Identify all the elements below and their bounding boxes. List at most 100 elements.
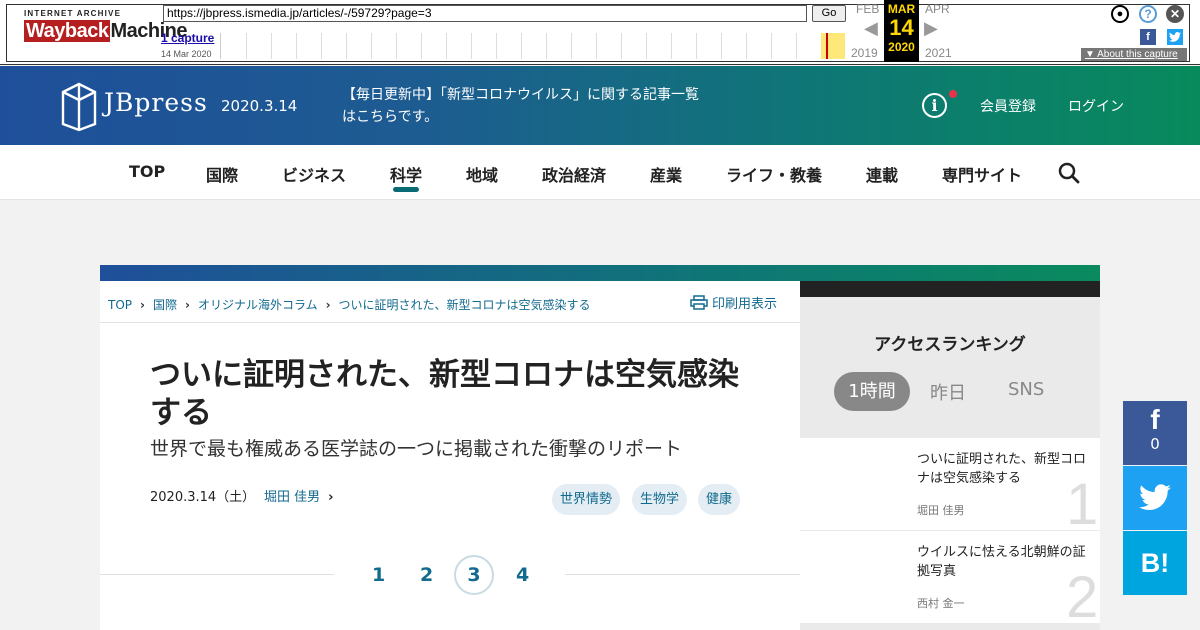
- ranking-item-number: 1: [1066, 472, 1099, 537]
- about-capture-label: About this capture: [1097, 49, 1178, 60]
- page-link-1[interactable]: 1: [372, 564, 385, 586]
- sparkline-tick: [271, 33, 272, 59]
- sparkline-tick: [721, 33, 722, 59]
- about-capture-button[interactable]: ▼ About this capture: [1081, 48, 1187, 61]
- print-view-label: 印刷用表示: [712, 297, 778, 312]
- help-icon[interactable]: ?: [1139, 5, 1157, 23]
- sparkline-tick: [371, 33, 372, 59]
- tag-biology[interactable]: 生物学: [632, 484, 688, 515]
- breadcrumb-current[interactable]: ついに証明された、新型コロナは空気感染する: [339, 298, 591, 312]
- nav-item-science[interactable]: 科学: [390, 162, 422, 186]
- wayback-next-year[interactable]: 2021: [925, 46, 952, 60]
- sparkline-tick: [296, 33, 297, 59]
- ranking-tab-yesterday[interactable]: 昨日: [930, 379, 966, 405]
- article-author-link[interactable]: 堀田 佳男 ›: [264, 486, 334, 505]
- tag-world-affairs[interactable]: 世界情勢: [552, 484, 621, 515]
- breadcrumb: TOP › 国際 › オリジナル海外コラム › ついに証明された、新型コロナは空気感染する: [108, 296, 591, 313]
- register-link[interactable]: 会員登録: [980, 96, 1036, 116]
- wayback-sparkline[interactable]: [220, 33, 845, 59]
- page-link-4[interactable]: 4: [516, 564, 529, 586]
- nav-item-special-sites[interactable]: 専門サイト: [942, 162, 1022, 186]
- info-icon[interactable]: i: [922, 93, 947, 118]
- nav-item-life-culture[interactable]: ライフ・教養: [726, 162, 822, 186]
- breadcrumb-divider: [100, 322, 800, 323]
- article-top-band: [100, 265, 1100, 281]
- search-icon[interactable]: [1058, 162, 1080, 184]
- nav-item-top[interactable]: TOP: [129, 162, 165, 181]
- pagination-divider-right: [565, 574, 800, 575]
- ranking-item[interactable]: ついに証明された、新型コロナは空気感染する 堀田 佳男 1: [800, 438, 1100, 534]
- jbpress-logo-text[interactable]: JBpress: [104, 88, 208, 117]
- hatena-bookmark-button[interactable]: B!: [1123, 531, 1187, 595]
- breadcrumb-top[interactable]: TOP: [108, 298, 132, 312]
- nav-item-series[interactable]: 連載: [866, 162, 898, 186]
- sparkline-tick: [421, 33, 422, 59]
- sparkline-capture-mark[interactable]: [826, 33, 828, 59]
- page-link-current: 3: [454, 555, 494, 595]
- nav-item-industry[interactable]: 産業: [650, 162, 682, 186]
- facebook-share-button[interactable]: f 0: [1123, 401, 1187, 465]
- wayback-prev-year[interactable]: 2019: [851, 46, 878, 60]
- ranking-item[interactable]: ウイルスに怯える北朝鮮の証拠写真 西村 金一 2: [800, 531, 1100, 627]
- wayback-prev-arrow-icon[interactable]: ◀: [864, 18, 878, 39]
- sparkline-tick: [471, 33, 472, 59]
- wayback-current-year: 2020: [888, 40, 915, 54]
- ranking-item-author: 西村 金一: [917, 597, 965, 610]
- breadcrumb-column[interactable]: オリジナル海外コラム: [198, 298, 318, 312]
- login-link[interactable]: ログイン: [1068, 96, 1124, 116]
- sparkline-tick: [321, 33, 322, 59]
- wayback-current-date: MAR 14 2020: [884, 0, 919, 62]
- facebook-share-count: 0: [1150, 435, 1160, 453]
- wayback-next-month[interactable]: APR: [925, 2, 950, 16]
- jbpress-logo-icon[interactable]: [60, 80, 98, 132]
- wayback-go-button[interactable]: Go: [812, 5, 846, 22]
- sparkline-tick: [696, 33, 697, 59]
- sparkline-highlight: [821, 33, 845, 59]
- sparkline-tick: [621, 33, 622, 59]
- sparkline-tick: [746, 33, 747, 59]
- breadcrumb-international[interactable]: 国際: [153, 298, 177, 312]
- nav-item-politics-economy[interactable]: 政治経済: [542, 162, 606, 186]
- facebook-share-icon[interactable]: f: [1140, 29, 1156, 45]
- wayback-logo-wordmark: Wayback Machine: [24, 20, 187, 43]
- sparkline-tick: [496, 33, 497, 59]
- main-nav: TOP 国際 ビジネス 科学 地域 政治経済 産業 ライフ・教養 連載 専門サイ…: [0, 145, 1200, 200]
- about-capture-toggle-icon: ▼: [1085, 49, 1098, 60]
- pagination-divider-left: [100, 574, 334, 575]
- tag-health[interactable]: 健康: [698, 484, 741, 515]
- site-header: JBpress 2020.3.14 【毎日更新中】「新型コロナウイルス」に関する…: [0, 66, 1200, 145]
- ranking-title: アクセスランキング: [874, 335, 1026, 355]
- ranking-tab-sns[interactable]: SNS: [1008, 379, 1044, 400]
- nav-item-region[interactable]: 地域: [466, 162, 498, 186]
- page-link-2[interactable]: 2: [420, 564, 433, 586]
- article-panel: TOP › 国際 › オリジナル海外コラム › ついに証明された、新型コロナは空気感染する …: [100, 281, 800, 630]
- wayback-current-month: MAR: [887, 2, 916, 16]
- ranking-item-number: 2: [1066, 565, 1099, 630]
- user-icon[interactable]: ●: [1111, 5, 1129, 23]
- nav-item-business[interactable]: ビジネス: [282, 162, 346, 186]
- ranking-tab-1hour[interactable]: 1時間: [834, 372, 910, 411]
- print-view-link[interactable]: 印刷用表示: [690, 293, 777, 312]
- twitter-icon: [1139, 484, 1171, 511]
- facebook-icon: f: [1150, 404, 1160, 435]
- author-name: 堀田 佳男: [264, 490, 321, 505]
- wayback-logo[interactable]: INTERNET ARCHIVE Wayback Machine: [24, 9, 187, 43]
- wayback-captures-link[interactable]: 1 capture: [161, 31, 214, 45]
- twitter-share-icon[interactable]: [1167, 29, 1183, 45]
- breadcrumb-separator-icon: ›: [184, 298, 190, 312]
- wayback-prev-month[interactable]: FEB: [856, 2, 879, 16]
- header-news-link[interactable]: 【毎日更新中】「新型コロナウイルス」に関する記事一覧はこちらです。: [342, 84, 702, 128]
- close-icon[interactable]: ✕: [1166, 5, 1184, 23]
- twitter-share-button[interactable]: [1123, 466, 1187, 530]
- sparkline-tick: [796, 33, 797, 59]
- sparkline-tick: [396, 33, 397, 59]
- wayback-next-arrow-icon[interactable]: ▶: [924, 18, 938, 39]
- sparkline-tick: [771, 33, 772, 59]
- printer-icon: [690, 295, 708, 310]
- sparkline-tick: [246, 33, 247, 59]
- article-subtitle: 世界で最も権威ある医学誌の一つに掲載された衝撃のリポート: [150, 438, 683, 460]
- sparkline-tick: [671, 33, 672, 59]
- wayback-logo-wayback: Wayback: [24, 20, 111, 42]
- nav-item-international[interactable]: 国際: [206, 162, 238, 186]
- wayback-url-input[interactable]: https://jbpress.ismedia.jp/articles/-/59…: [163, 5, 807, 22]
